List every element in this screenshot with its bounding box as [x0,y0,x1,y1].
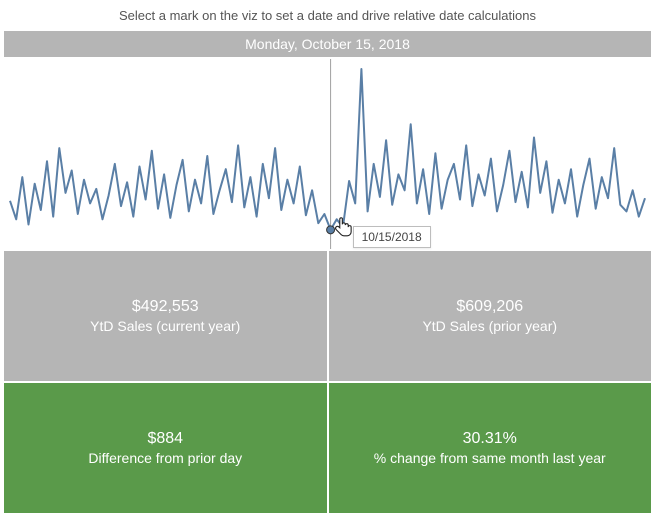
selected-date-bar: Monday, October 15, 2018 [4,31,651,57]
kpi-value: $492,553 [132,298,199,316]
kpi-diff-prior-day: $884 Difference from prior day [4,383,327,513]
kpi-label: YtD Sales (current year) [90,318,240,334]
kpi-ytd-prior: $609,206 YtD Sales (prior year) [329,251,652,381]
kpi-grid: $492,553 YtD Sales (current year) $609,2… [4,251,651,513]
timeseries-chart[interactable]: 10/15/2018 [4,59,651,249]
kpi-label: YtD Sales (prior year) [422,318,557,334]
sales-line-series[interactable] [10,69,645,230]
date-tooltip: 10/15/2018 [353,226,431,248]
line-chart-svg[interactable] [4,59,651,249]
kpi-label: Difference from prior day [88,450,242,466]
kpi-ytd-current: $492,553 YtD Sales (current year) [4,251,327,381]
selected-mark[interactable] [327,226,335,234]
kpi-label: % change from same month last year [374,450,606,466]
kpi-pct-change-yoy: 30.31% % change from same month last yea… [329,383,652,513]
kpi-value: $609,206 [456,298,523,316]
instruction-text: Select a mark on the viz to set a date a… [0,0,655,31]
kpi-value: $884 [147,430,183,448]
kpi-value: 30.31% [463,430,517,448]
